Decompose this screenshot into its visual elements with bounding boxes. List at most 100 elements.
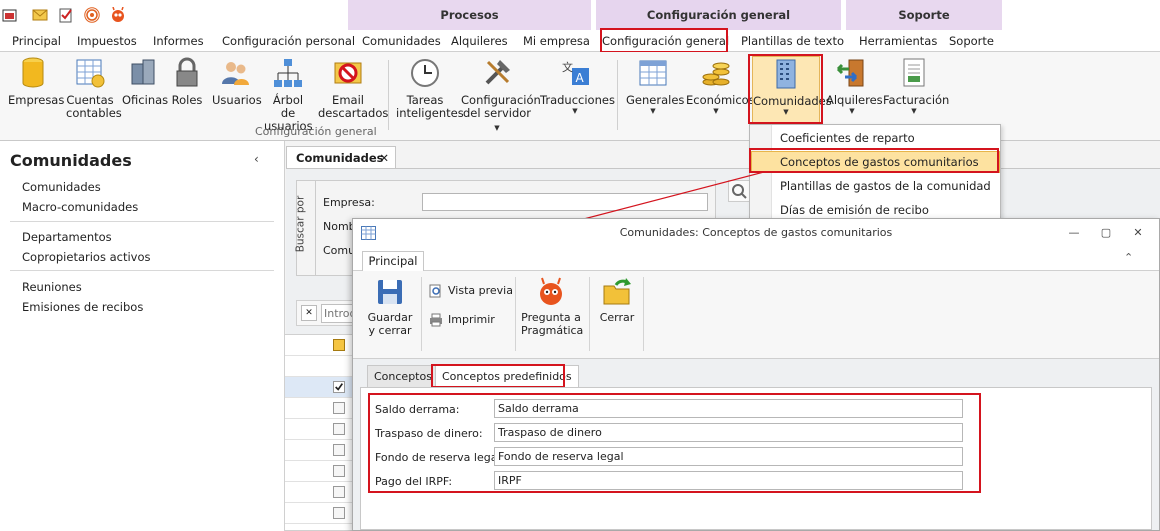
traducciones-button[interactable]: A文 Traducciones ▼: [540, 56, 615, 115]
cuentas-label-2: contables: [66, 106, 122, 120]
context-group-configuracion: Configuración general: [596, 0, 841, 30]
svg-text:文: 文: [562, 60, 573, 74]
dropdown-arrow-icon: ▼: [572, 107, 578, 115]
broadcast-icon[interactable]: [84, 7, 100, 23]
sidebar-item-copropietarios[interactable]: Copropietarios activos: [22, 250, 151, 264]
guardar-label-2: y cerrar: [368, 324, 412, 337]
sidebar: Comunidades ‹ Comunidades Macro-comunida…: [0, 141, 285, 531]
spreadsheet-icon: [76, 59, 105, 88]
tab-plantillas-de-texto[interactable]: Plantillas de texto: [741, 30, 844, 52]
oficinas-button[interactable]: Oficinas: [122, 56, 168, 107]
menu-item-dias-emision[interactable]: Días de emisión de recibo: [780, 203, 929, 217]
blocked-mail-icon: [334, 62, 362, 84]
exchange-door-icon: [836, 59, 864, 87]
configuracion-del-servidor-button[interactable]: Configuración del servidor ▼: [461, 56, 541, 133]
empresas-label: Empresas: [8, 93, 65, 107]
menu-item-plantillas-gastos[interactable]: Plantillas de gastos de la comunidad: [780, 179, 991, 193]
sidebar-item-emisiones[interactable]: Emisiones de recibos: [22, 300, 143, 314]
ribbon-separator: [388, 60, 389, 130]
checkbox[interactable]: [333, 507, 345, 519]
maximize-icon[interactable]: ▢: [1098, 225, 1114, 241]
checkbox[interactable]: [333, 465, 345, 477]
clear-filter-icon[interactable]: ✕: [301, 305, 317, 321]
highlight-inner-tab-box: [431, 364, 565, 388]
empresas-button[interactable]: Empresas: [8, 56, 64, 107]
empresa-field[interactable]: [422, 193, 708, 211]
tab-configuracion-personal[interactable]: Configuración personal: [222, 30, 355, 52]
oficinas-label: Oficinas: [122, 93, 169, 107]
highlight-fields-box: [368, 393, 981, 493]
database-cylinder-icon: [22, 57, 44, 88]
checkbox[interactable]: [333, 423, 345, 435]
minimize-icon[interactable]: —: [1066, 225, 1082, 241]
grid-header-icon[interactable]: [333, 339, 345, 351]
sidebar-item-reuniones[interactable]: Reuniones: [22, 280, 82, 294]
tab-informes[interactable]: Informes: [153, 30, 204, 52]
tab-herramientas[interactable]: Herramientas: [859, 30, 937, 52]
checkbox[interactable]: [333, 444, 345, 456]
padlock-icon: [176, 57, 198, 87]
sidebar-item-comunidades[interactable]: Comunidades: [22, 180, 101, 194]
usuarios-button[interactable]: Usuarios: [212, 56, 262, 107]
mail-icon[interactable]: [32, 7, 48, 23]
roles-button[interactable]: Roles: [170, 56, 204, 107]
economicos-button[interactable]: Económicos ▼: [686, 56, 755, 115]
window-ribbon-tabs: Principal ⌃: [353, 247, 1159, 272]
facturacion-label: Facturación: [883, 93, 950, 107]
imprimir-button[interactable]: Imprimir: [429, 313, 495, 327]
highlight-tab-box: [600, 28, 728, 53]
cuentas-contables-button[interactable]: Cuentas contables: [66, 56, 122, 120]
close-icon[interactable]: ✕: [1130, 225, 1146, 241]
checkbox[interactable]: [333, 486, 345, 498]
tab-mi-empresa[interactable]: Mi empresa: [523, 30, 590, 52]
close-icon[interactable]: ✕: [379, 147, 389, 169]
tab-impuestos[interactable]: Impuestos: [77, 30, 137, 52]
checkbox-checked[interactable]: [333, 381, 345, 393]
facturacion-button[interactable]: Facturación ▼: [883, 56, 949, 115]
menu-item-coeficientes[interactable]: Coeficientes de reparto: [780, 131, 915, 145]
tab-principal[interactable]: Principal: [12, 30, 61, 52]
office-building-icon: [131, 59, 155, 85]
roles-label: Roles: [171, 93, 203, 107]
sidebar-item-macro-comunidades[interactable]: Macro-comunidades: [22, 200, 138, 214]
document-tab-comunidades[interactable]: Comunidades ✕: [286, 146, 396, 168]
task-check-icon[interactable]: [58, 7, 74, 23]
sidebar-item-departamentos[interactable]: Departamentos: [22, 230, 112, 244]
checkbox[interactable]: [333, 402, 345, 414]
highlight-comunidades-box: [748, 54, 823, 124]
tareas-label-2: inteligentes: [396, 106, 464, 120]
quick-access-toolbar: Procesos Configuración general Soporte: [0, 0, 1160, 32]
folder-arrow-icon: [603, 278, 631, 305]
alquileres-button[interactable]: Alquileres ▼: [826, 56, 883, 115]
table-grid-icon: [361, 226, 376, 240]
pregunta-a-pragmatica-button[interactable]: Pregunta a Pragmática: [521, 277, 584, 337]
pregunta-label-2: Pragmática: [521, 324, 584, 337]
tools-icon: [485, 60, 510, 85]
ribbon-separator: [617, 60, 618, 130]
tab-conceptos[interactable]: Conceptos: [367, 365, 439, 387]
users-icon: [222, 62, 249, 85]
tab-soporte[interactable]: Soporte: [949, 30, 994, 52]
save-disk-icon: [378, 280, 402, 304]
magnifier-page-icon: [429, 284, 441, 298]
tab-comunidades[interactable]: Comunidades: [362, 30, 441, 52]
tareas-inteligentes-button[interactable]: Tareas inteligentes: [396, 56, 464, 120]
tab-principal[interactable]: Principal: [362, 251, 424, 272]
context-group-procesos: Procesos: [348, 0, 591, 30]
generales-button[interactable]: Generales ▼: [626, 56, 684, 115]
economicos-label: Económicos: [686, 93, 755, 107]
search-icon[interactable]: [728, 180, 750, 202]
guardar-y-cerrar-button[interactable]: Guardar y cerrar: [365, 277, 415, 337]
arbol-de-usuarios-button[interactable]: Árbol de usuarios: [264, 56, 313, 133]
vista-previa-button[interactable]: Vista previa: [429, 284, 513, 298]
alquileres-label: Alquileres: [826, 93, 883, 107]
cerrar-button[interactable]: Cerrar: [595, 277, 639, 324]
app-logo-icon[interactable]: [2, 7, 18, 23]
pragmatica-bot-icon[interactable]: [110, 7, 126, 23]
tab-alquileres[interactable]: Alquileres: [451, 30, 508, 52]
collapse-ribbon-icon[interactable]: ⌃: [1124, 251, 1133, 264]
imprimir-label: Imprimir: [448, 313, 495, 326]
svg-text:A: A: [576, 71, 585, 85]
email-descartados-button[interactable]: Email descartados: [318, 56, 388, 120]
collapse-chevron-icon[interactable]: ‹: [254, 152, 259, 166]
